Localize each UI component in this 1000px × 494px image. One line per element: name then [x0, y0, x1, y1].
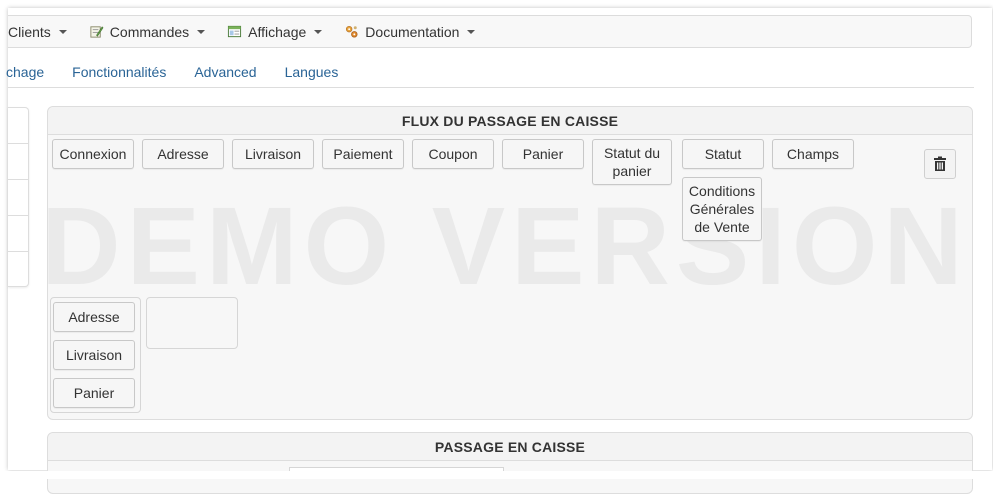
trash-icon [934, 156, 946, 171]
menu-documentation[interactable]: Documentation [344, 23, 476, 40]
step-livraison[interactable]: Livraison [232, 139, 314, 169]
passage-panel-title: PASSAGE EN CAISSE [48, 433, 972, 461]
left-list [8, 107, 29, 287]
left-list-row[interactable] [8, 144, 28, 180]
step-champs[interactable]: Champs [772, 139, 854, 169]
step-panier[interactable]: Panier [502, 139, 584, 169]
left-list-row[interactable] [8, 216, 28, 252]
menu-clients[interactable]: Clients [8, 24, 67, 40]
empty-step-group[interactable] [146, 297, 238, 349]
step-coupon[interactable]: Coupon [412, 139, 494, 169]
group-step-adresse[interactable]: Adresse [53, 302, 135, 332]
caret-down-icon [467, 29, 476, 34]
menu-commandes[interactable]: Commandes [89, 23, 206, 40]
tab-fonctionnalites[interactable]: Fonctionnalités [72, 64, 166, 80]
bottom-margin [0, 471, 1000, 479]
step-conditions-generales[interactable]: Conditions Générales de Vente [682, 177, 762, 241]
delete-button[interactable] [924, 149, 956, 179]
gears-icon [346, 25, 358, 38]
menu-commandes-label: Commandes [109, 23, 190, 40]
step-connexion[interactable]: Connexion [52, 139, 134, 169]
top-menu-bar: Clients Commandes Affichage Documentatio… [8, 15, 972, 48]
right-margin [993, 0, 1000, 479]
tabs-row: chage Fonctionnalités Advanced Langues [6, 56, 974, 88]
left-list-row[interactable] [8, 108, 28, 144]
window-icon [228, 25, 242, 38]
tab-langues[interactable]: Langues [285, 64, 339, 80]
left-list-row[interactable] [8, 180, 28, 216]
menu-documentation-label: Documentation [365, 23, 460, 40]
menu-affichage-label: Affichage [248, 23, 307, 40]
step-statut[interactable]: Statut [682, 139, 764, 169]
step-statut-du-panier[interactable]: Statut du panier [592, 139, 672, 185]
tab-advanced[interactable]: Advanced [194, 64, 256, 80]
group-step-panier[interactable]: Panier [53, 378, 135, 408]
caret-down-icon [314, 29, 323, 34]
pen-paper-icon [90, 26, 104, 38]
step-adresse[interactable]: Adresse [142, 139, 224, 169]
tab-affichage[interactable]: chage [6, 64, 44, 80]
caret-down-icon [197, 29, 206, 34]
step-paiement[interactable]: Paiement [322, 139, 404, 169]
passage-panel: PASSAGE EN CAISSE [47, 432, 973, 494]
menu-affichage[interactable]: Affichage [227, 23, 323, 40]
caret-down-icon [58, 29, 67, 34]
left-list-row[interactable] [8, 252, 28, 287]
group-step-livraison[interactable]: Livraison [53, 340, 135, 370]
menu-clients-label: Clients [8, 23, 51, 40]
flux-panel-title: FLUX DU PASSAGE EN CAISSE [48, 107, 972, 135]
